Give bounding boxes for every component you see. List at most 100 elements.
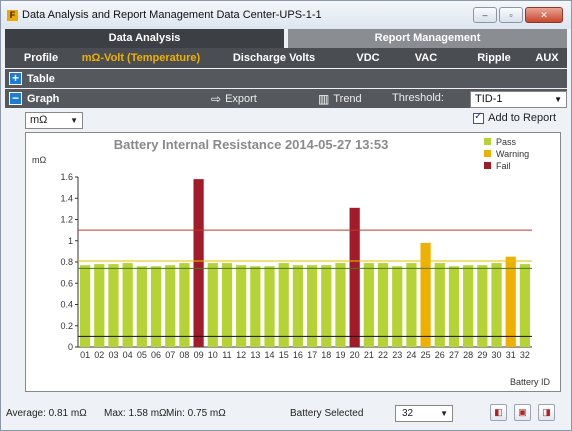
battery-resistance-chart: Battery Internal Resistance 2014-05-27 1… [32,137,550,387]
minimize-icon[interactable]: – [473,7,497,23]
bar-battery-12[interactable] [236,265,247,347]
x-tick-label: 19 [335,350,345,360]
table-section-bar[interactable]: + Table [5,69,567,88]
dropdown-arrow-icon: ▼ [70,116,78,125]
bar-battery-03[interactable] [108,264,119,347]
x-tick-label: 18 [321,350,331,360]
x-tick-label: 15 [279,350,289,360]
maximize-icon[interactable]: ▫ [499,7,523,23]
bar-battery-04[interactable] [122,263,133,347]
bar-battery-11[interactable] [221,263,233,347]
tab-ripple[interactable]: Ripple [459,48,529,68]
bar-battery-23[interactable] [392,266,403,347]
y-tick-label: 1.2 [60,215,73,225]
collapse-icon[interactable]: − [9,92,22,105]
expand-icon[interactable]: + [9,72,22,85]
bar-battery-13[interactable] [250,266,261,347]
bar-battery-09[interactable] [193,179,204,347]
x-tick-label: 28 [463,350,473,360]
x-tick-label: 26 [435,350,445,360]
bar-battery-06[interactable] [150,266,162,347]
x-tick-label: 25 [421,350,431,360]
bar-battery-17[interactable] [306,265,318,347]
window-controls: – ▫ ✕ [473,7,563,23]
tab-mohm-volt[interactable]: mΩ-Volt (Temperature) [77,48,205,68]
trend-button[interactable]: ▥ Trend [318,92,362,106]
bar-battery-24[interactable] [406,263,417,347]
y-tick-label: 0.4 [60,300,73,310]
y-tick-label: 0 [68,342,73,352]
x-tick-label: 11 [222,350,231,360]
tab-vdc[interactable]: VDC [343,48,393,68]
add-to-report: Add to Report [473,111,556,124]
export-button[interactable]: ⇨ Export [211,92,257,106]
bar-battery-02[interactable] [94,264,105,347]
tab-discharge-volts[interactable]: Discharge Volts [205,48,343,68]
bar-battery-32[interactable] [519,264,531,347]
bar-battery-28[interactable] [463,265,474,347]
x-tick-label: 30 [492,350,502,360]
x-tick-label: 24 [406,350,416,360]
x-tick-label: 29 [477,350,487,360]
export-label: Export [225,93,257,105]
x-tick-label: 27 [449,350,459,360]
y-tick-label: 0.6 [60,278,73,288]
bar-battery-16[interactable] [292,265,304,347]
bar-battery-19[interactable] [335,263,346,347]
chart-panel: Battery Internal Resistance 2014-05-27 1… [25,132,561,392]
threshold-label: Threshold: [392,92,444,104]
title-bar[interactable]: F Data Analysis and Report Management Da… [1,1,571,29]
bar-battery-10[interactable] [207,263,218,347]
tab-aux[interactable]: AUX [529,48,565,68]
bar-battery-15[interactable] [278,263,289,347]
trend-label: Trend [333,93,362,105]
bar-battery-18[interactable] [321,265,332,347]
bar-battery-21[interactable] [363,263,374,347]
bar-battery-30[interactable] [491,263,502,347]
bar-battery-27[interactable] [448,266,460,347]
bar-battery-31[interactable] [505,256,516,347]
x-tick-label: 10 [208,350,218,360]
x-tick-label: 22 [378,350,388,360]
x-tick-label: 03 [108,350,118,360]
bar-battery-14[interactable] [264,266,275,347]
battery-selected-select[interactable]: 32 ▼ [395,405,453,422]
x-tick-label: 16 [293,350,303,360]
x-tick-label: 14 [265,350,275,360]
bar-battery-29[interactable] [477,265,488,347]
y-axis-label: mΩ [32,155,46,165]
add-to-report-label: Add to Report [488,112,556,124]
close-icon[interactable]: ✕ [525,7,563,23]
app-logo: F [7,9,18,21]
legend-swatch [484,162,491,169]
chart-legend: Pass Warning Fail [484,137,529,171]
table-section-label: Table [27,72,55,85]
bar-battery-08[interactable] [179,263,190,347]
bar-battery-22[interactable] [377,263,389,347]
chart-title: Battery Internal Resistance 2014-05-27 1… [114,137,389,152]
battery-selected-label: Battery Selected [290,408,364,419]
bar-battery-01[interactable] [79,265,91,347]
tab-vac[interactable]: VAC [393,48,459,68]
y-tick-label: 1 [68,236,73,246]
next-battery-button[interactable]: ◨ [538,404,555,421]
unit-value: mΩ [30,114,48,126]
tab-data-analysis[interactable]: Data Analysis [5,29,284,48]
bar-battery-25[interactable] [420,242,431,347]
bar-battery-07[interactable] [165,265,176,347]
max-stat: Max: 1.58 mΩ [104,408,167,419]
x-tick-label: 08 [179,350,189,360]
legend-swatch [484,138,491,145]
bar-battery-20[interactable] [349,207,360,347]
tab-report-management[interactable]: Report Management [288,29,567,48]
tab-profile[interactable]: Profile [5,48,77,68]
bar-battery-26[interactable] [434,263,445,347]
delete-button[interactable]: ▣ [514,404,531,421]
x-tick-label: 01 [80,350,90,360]
unit-select[interactable]: mΩ ▼ [25,112,83,129]
y-tick-label: 1.4 [60,193,73,203]
previous-battery-button[interactable]: ◧ [490,404,507,421]
bar-battery-05[interactable] [136,266,147,347]
add-to-report-checkbox[interactable] [473,111,485,124]
threshold-select[interactable]: TID-1 ▼ [470,91,567,108]
